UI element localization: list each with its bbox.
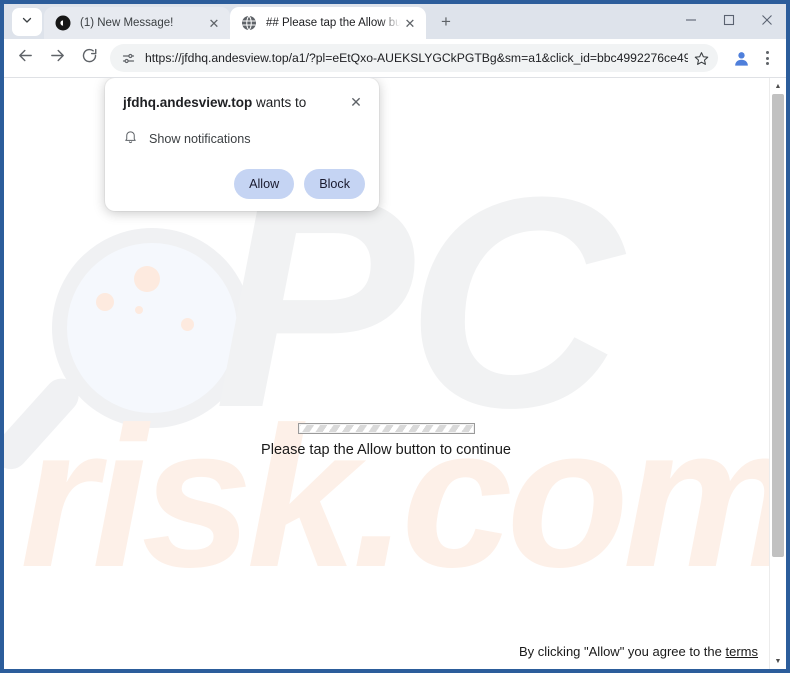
page-viewport: PC risk.com Please tap the Allow button … xyxy=(4,77,786,669)
magnifier-glass-inner-icon xyxy=(67,243,237,413)
window-controls xyxy=(672,4,786,36)
chevron-down-icon xyxy=(21,13,33,31)
permission-row: Show notifications xyxy=(123,129,365,149)
kebab-dot xyxy=(765,56,769,60)
tab-strip: (1) New Message! ✕ ## Please tap the All… xyxy=(4,4,786,39)
tab-title: (1) New Message! xyxy=(80,17,174,29)
scrollbar-thumb[interactable] xyxy=(772,94,784,557)
watermark-dot xyxy=(134,266,160,292)
dialog-origin: jfdhq.andesview.top xyxy=(123,95,253,110)
magnifier-glass-outer-icon xyxy=(52,228,252,428)
browser-window: (1) New Message! ✕ ## Please tap the All… xyxy=(0,0,790,673)
arrow-left-icon xyxy=(17,47,34,69)
back-button[interactable] xyxy=(10,43,40,73)
watermark-dot xyxy=(181,318,194,331)
tab-title: ## Please tap the Allow button xyxy=(266,17,402,29)
reload-button[interactable] xyxy=(74,43,104,73)
loading-progress-bar xyxy=(297,423,475,434)
url-text: https://jfdhq.andesview.top/a1/?pl=eEtQx… xyxy=(145,51,688,65)
watermark-dot xyxy=(96,293,114,311)
kebab-menu-icon[interactable] xyxy=(756,45,778,71)
close-window-button[interactable] xyxy=(748,4,786,36)
page-message: Please tap the Allow button to continue xyxy=(261,442,511,458)
new-tab-button[interactable]: + xyxy=(432,8,460,36)
tab-new-message[interactable]: (1) New Message! ✕ xyxy=(44,7,230,39)
page-footer: By clicking "Allow" you agree to the ter… xyxy=(519,644,758,659)
star-icon[interactable] xyxy=(688,45,714,71)
vertical-scrollbar[interactable]: ▲ ▼ xyxy=(769,78,786,669)
block-button[interactable]: Block xyxy=(304,168,365,199)
scroll-up-arrow-icon[interactable]: ▲ xyxy=(770,78,786,94)
allow-button[interactable]: Allow xyxy=(234,168,295,199)
watermark-dot xyxy=(135,306,143,314)
reload-icon xyxy=(81,47,98,69)
dialog-title: jfdhq.andesview.top wants to xyxy=(123,94,316,112)
close-icon[interactable]: ✕ xyxy=(347,93,365,111)
page-content: Please tap the Allow button to continue xyxy=(4,423,768,458)
dark-circle-favicon-icon xyxy=(55,15,71,31)
maximize-button[interactable] xyxy=(710,4,748,36)
tab-close-button[interactable]: ✕ xyxy=(206,15,222,31)
tune-settings-icon[interactable] xyxy=(120,50,136,66)
footer-text: By clicking "Allow" you agree to the xyxy=(519,644,726,659)
globe-favicon-icon xyxy=(241,15,257,31)
tab-search-button[interactable] xyxy=(12,8,42,36)
scroll-down-arrow-icon[interactable]: ▼ xyxy=(770,653,786,669)
tab-close-button[interactable]: ✕ xyxy=(402,15,418,31)
minimize-button[interactable] xyxy=(672,4,710,36)
tab-please-tap-allow[interactable]: ## Please tap the Allow button ✕ xyxy=(230,7,426,39)
permission-label: Show notifications xyxy=(149,131,251,146)
bell-icon xyxy=(123,129,138,149)
dialog-actions: Allow Block xyxy=(123,168,365,199)
browser-toolbar: https://jfdhq.andesview.top/a1/?pl=eEtQx… xyxy=(4,39,786,77)
notification-permission-dialog: jfdhq.andesview.top wants to ✕ Show noti… xyxy=(105,78,379,211)
address-bar[interactable]: https://jfdhq.andesview.top/a1/?pl=eEtQx… xyxy=(110,44,718,72)
profile-avatar-icon[interactable] xyxy=(728,45,754,71)
dialog-header: jfdhq.andesview.top wants to ✕ xyxy=(123,94,365,112)
kebab-dot xyxy=(765,62,769,65)
forward-button[interactable] xyxy=(42,43,72,73)
kebab-dot xyxy=(765,51,769,54)
dialog-title-suffix: wants to xyxy=(252,95,307,110)
arrow-right-icon xyxy=(49,47,66,69)
terms-link[interactable]: terms xyxy=(726,644,759,659)
